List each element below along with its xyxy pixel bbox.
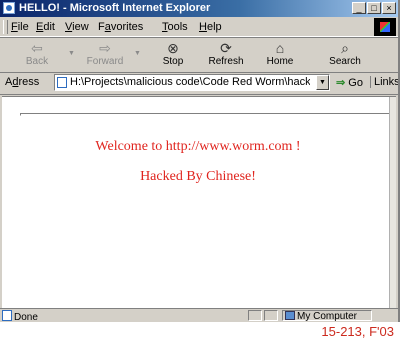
status-bar: Done My Computer [0,308,398,322]
close-button[interactable]: × [382,2,396,14]
horizontal-rule [20,113,390,116]
go-button[interactable]: ⇒ Go [336,76,363,89]
ie-app-icon[interactable] [3,2,15,14]
back-dropdown-icon[interactable]: ▼ [68,50,75,57]
standard-toolbar: ⇦ Back ▼ ⇨ Forward ▼ ⊗ Stop ⟳ Refresh ⌂ … [0,37,398,73]
forward-arrow-icon: ⇨ [99,40,111,56]
address-text[interactable]: H:\Projects\malicious code\Code Red Worm… [70,76,310,88]
maximize-button[interactable]: □ [367,2,381,14]
menu-help[interactable]: Help [199,21,222,33]
title-bar[interactable]: HELLO! - Microsoft Internet Explorer _ □ × [0,0,398,17]
stop-button[interactable]: ⊗ Stop [146,40,200,70]
menu-tools[interactable]: Tools [162,21,188,33]
address-dropdown-icon[interactable]: ▼ [316,75,329,90]
menu-view[interactable]: View [65,21,89,33]
forward-button[interactable]: ⇨ Forward [78,40,132,70]
minimize-button[interactable]: _ [352,2,366,14]
slide-caption: 15-213, F'03 [321,324,394,339]
page-content: Welcome to http://www.worm.com ! Hacked … [2,96,396,309]
go-arrow-icon: ⇒ [336,77,346,89]
window-title: HELLO! - Microsoft Internet Explorer [19,2,211,14]
computer-icon [285,311,295,320]
refresh-button[interactable]: ⟳ Refresh [199,40,253,70]
address-input[interactable]: H:\Projects\malicious code\Code Red Worm… [54,74,330,91]
menu-file[interactable]: File [11,21,29,33]
address-label: Adress [5,76,40,88]
stop-icon: ⊗ [167,40,179,56]
windows-logo [374,18,396,36]
home-icon: ⌂ [275,40,285,56]
menu-favorites[interactable]: Favorites [98,21,143,33]
browser-window: HELLO! - Microsoft Internet Explorer _ □ ×… [0,0,400,322]
menu-bar: File Edit View Favorites Tools Help [0,18,398,37]
refresh-icon: ⟳ [220,40,232,56]
menu-edit[interactable]: Edit [36,21,55,33]
menu-grip[interactable] [3,20,8,34]
status-text: Done [2,310,38,322]
page-icon [57,77,67,88]
search-icon: ⌕ [341,40,349,56]
back-button[interactable]: ⇦ Back [10,40,64,70]
links-button[interactable]: Links » [370,76,398,88]
address-bar: Adress H:\Projects\malicious code\Code R… [0,72,398,95]
page-done-icon [2,310,12,321]
vertical-scrollbar[interactable] [389,97,396,309]
home-button[interactable]: ⌂ Home [253,40,307,70]
forward-dropdown-icon[interactable]: ▼ [134,50,141,57]
security-zone: My Computer [282,310,372,322]
hacked-message: Hacked By Chinese! [140,169,256,184]
welcome-message: Welcome to http://www.worm.com ! [95,139,301,154]
search-button[interactable]: ⌕ Search [318,40,372,70]
back-arrow-icon: ⇦ [31,40,43,56]
status-pane [248,310,262,321]
status-pane [264,310,278,321]
